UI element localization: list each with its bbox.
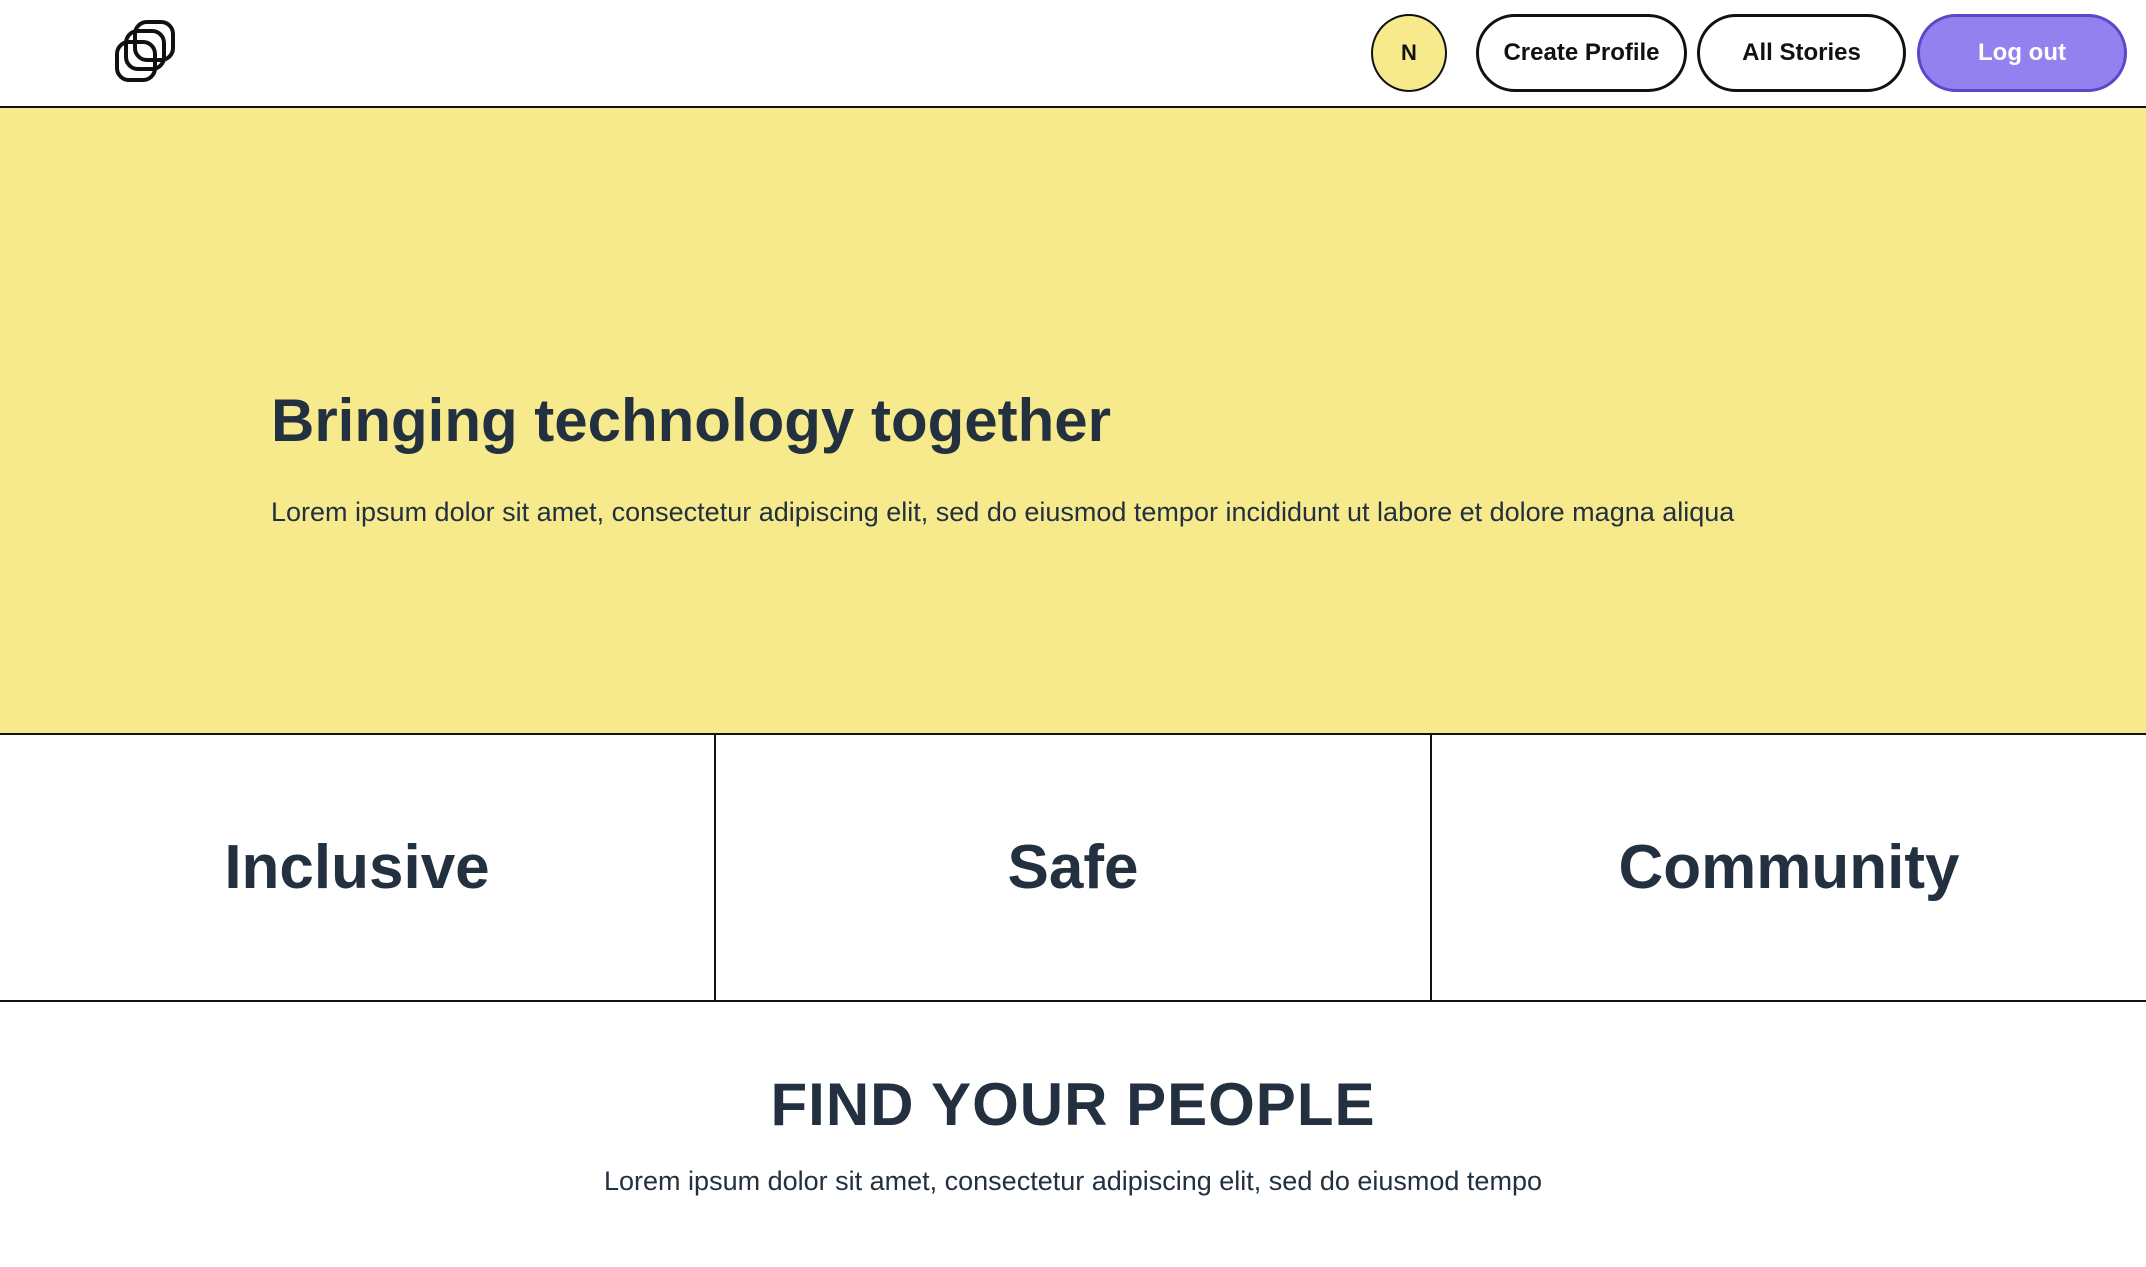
logout-button[interactable]: Log out [1917,14,2127,92]
value-community: Community [1618,833,1960,902]
all-stories-button[interactable]: All Stories [1697,14,1906,92]
hero-title: Bringing technology together [271,387,1111,454]
top-navigation-bar: N Create Profile All Stories Log out [0,0,2146,108]
value-safe: Safe [716,735,1432,1000]
value-inclusive: Inclusive [0,735,716,1000]
create-profile-button[interactable]: Create Profile [1476,14,1687,92]
find-your-people-description: Lorem ipsum dolor sit amet, consectetur … [604,1166,1542,1196]
find-your-people-heading: FIND YOUR PEOPLE [770,1071,1376,1138]
user-avatar[interactable]: N [1371,14,1447,92]
values-strip: Inclusive Safe Community [0,735,2146,1002]
hero-section: Bringing technology together Lorem ipsum… [0,108,2146,735]
logo-icon[interactable] [113,18,179,84]
hero-description: Lorem ipsum dolor sit amet, consectetur … [271,497,1735,527]
